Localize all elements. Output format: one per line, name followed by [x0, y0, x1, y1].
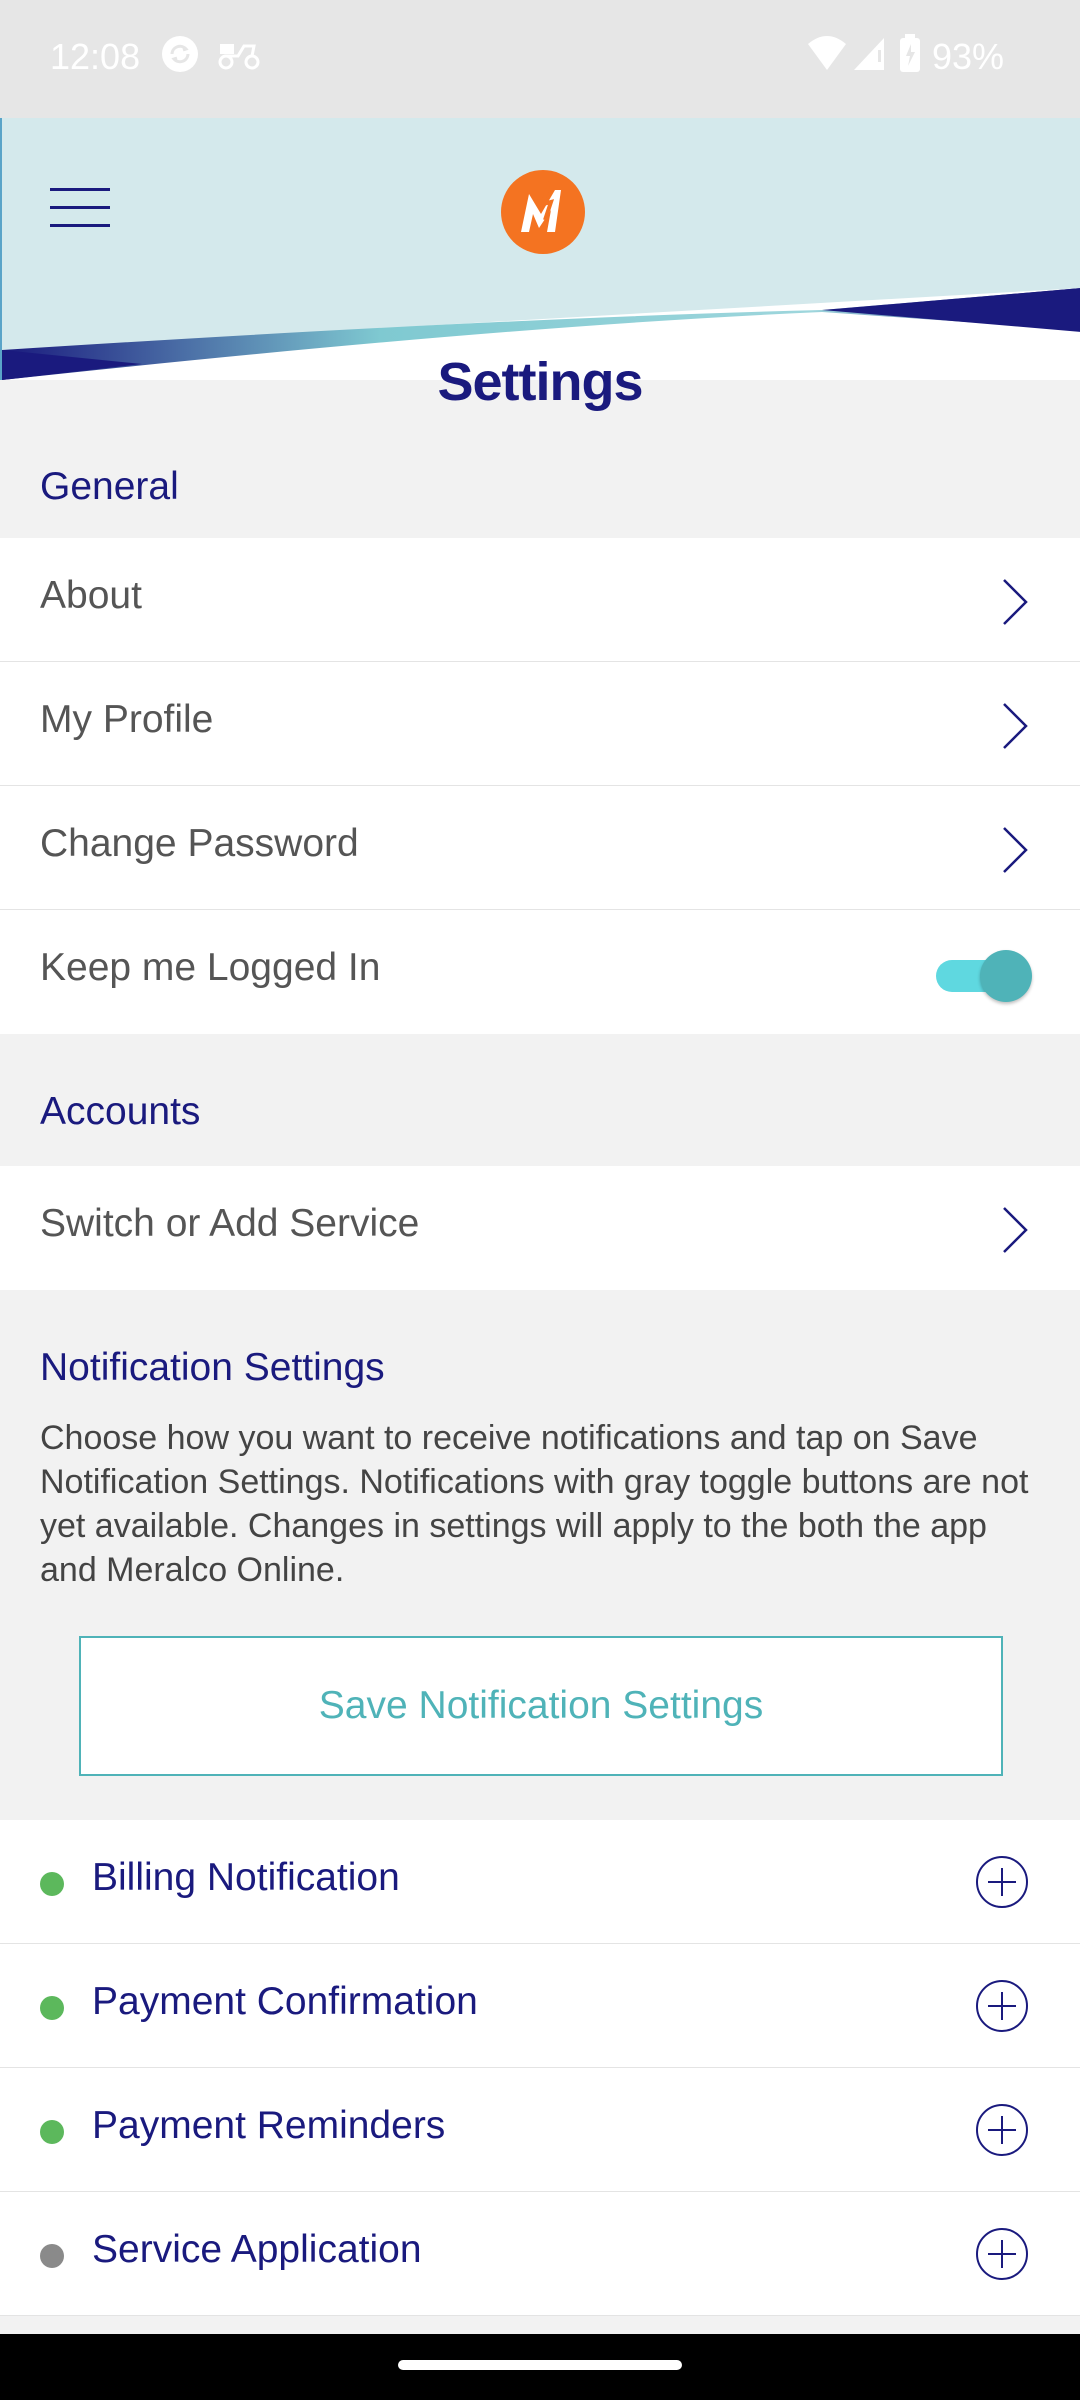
section-title-general: General [40, 465, 179, 508]
settings-item-change-password[interactable]: Change Password [0, 786, 1080, 910]
save-notification-settings-button[interactable]: Save Notification Settings [79, 1636, 1003, 1776]
status-dot [40, 1872, 64, 1896]
notification-item-billing: Billing Notification [0, 1820, 1080, 1944]
section-header-general: General [0, 433, 1080, 538]
expand-plus-icon[interactable] [975, 2103, 1029, 2157]
settings-item-about[interactable]: About [0, 538, 1080, 662]
notification-item-label: Billing Notification [92, 1856, 400, 1899]
status-bar: 12:08 93% [0, 0, 1080, 118]
chevron-right-icon [1003, 1207, 1028, 1253]
chevron-right-icon [1003, 827, 1028, 873]
notification-item-label: Payment Confirmation [92, 1980, 478, 2023]
page-title-bar: Settings [0, 340, 1080, 433]
settings-item-label: About [40, 574, 142, 617]
notification-item-label: Payment Reminders [92, 2104, 446, 2147]
notification-item-service-application: Service Application [0, 2192, 1080, 2316]
status-dot [40, 1996, 64, 2020]
expand-plus-icon[interactable] [975, 1979, 1029, 2033]
settings-item-keep-logged-in: Keep me Logged In [0, 910, 1080, 1034]
battery-percentage: 93% [932, 36, 1005, 77]
status-dot [40, 2244, 64, 2268]
keep-logged-in-toggle[interactable] [934, 948, 1032, 1002]
meralco-logo [501, 170, 585, 254]
notification-item-payment-reminders: Payment Reminders [0, 2068, 1080, 2192]
settings-item-my-profile[interactable]: My Profile [0, 662, 1080, 786]
settings-item-switch-or-add-service[interactable]: Switch or Add Service [0, 1166, 1080, 1290]
page-title: Settings [437, 352, 643, 412]
status-time: 12:08 [50, 36, 141, 77]
system-navigation-bar [0, 2334, 1080, 2400]
notification-item-payment-confirmation: Payment Confirmation [0, 1944, 1080, 2068]
hamburger-menu-icon[interactable] [50, 188, 110, 234]
expand-plus-icon[interactable] [975, 2227, 1029, 2281]
signal-icon [852, 34, 886, 79]
home-gesture-handle[interactable] [398, 2360, 682, 2370]
section-title-accounts: Accounts [40, 1090, 201, 1133]
status-dot [40, 2120, 64, 2144]
notification-settings-description: Choose how you want to receive notificat… [40, 1419, 1029, 1589]
settings-item-label: Keep me Logged In [40, 946, 381, 989]
notification-item-label: Service Application [92, 2228, 422, 2271]
chevron-right-icon [1003, 703, 1028, 749]
wifi-icon [806, 34, 848, 79]
section-title-notification-settings: Notification Settings [40, 1346, 385, 1389]
battery-icon [898, 34, 922, 79]
sync-icon [160, 34, 200, 79]
expand-plus-icon[interactable] [975, 1855, 1029, 1909]
settings-item-label: Change Password [40, 822, 359, 865]
section-header-accounts: Accounts [0, 1034, 1080, 1166]
settings-item-label: Switch or Add Service [40, 1202, 420, 1245]
delivery-scooter-icon [216, 34, 262, 79]
settings-item-label: My Profile [40, 698, 214, 741]
chevron-right-icon [1003, 579, 1028, 625]
